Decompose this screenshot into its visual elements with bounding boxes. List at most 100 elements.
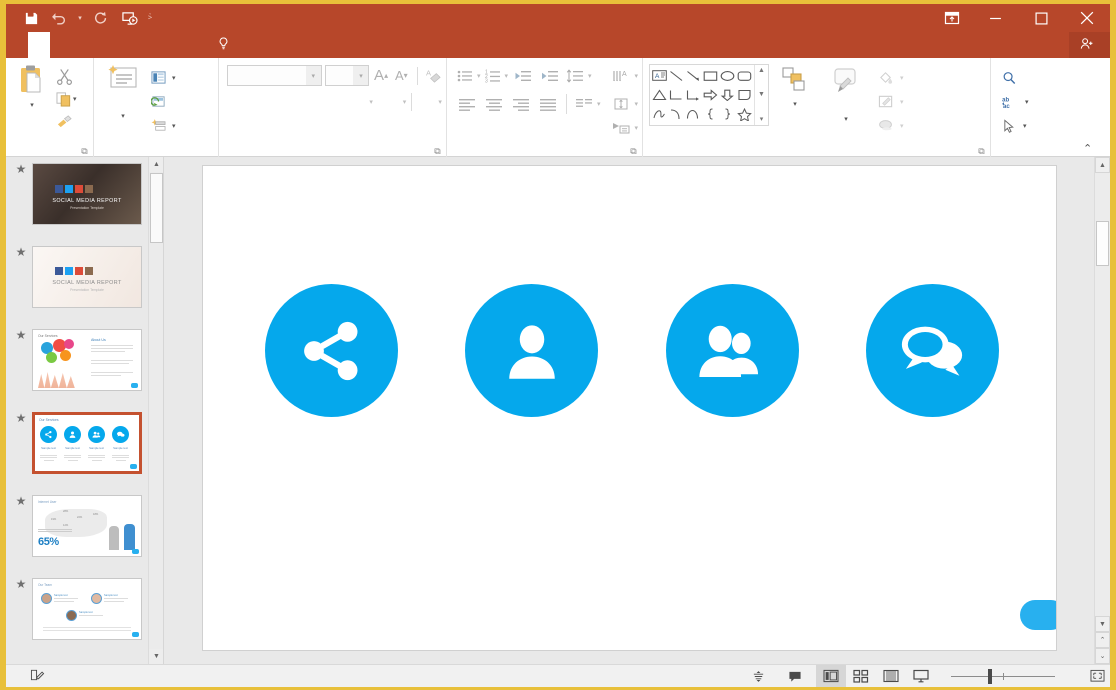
ribbon-display-options-icon[interactable] <box>932 4 972 32</box>
gallery-scroll-down-icon[interactable]: ▼ <box>758 91 765 98</box>
font-size-dropdown-icon[interactable]: ▾ <box>353 66 369 85</box>
shape-left-brace-icon[interactable] <box>702 105 719 124</box>
convert-to-smartart-button[interactable] <box>609 117 633 139</box>
shape-text-box-icon[interactable]: A <box>651 66 668 85</box>
character-spacing-dropdown-icon[interactable]: ▾ <box>369 98 373 106</box>
slide-show-view-button[interactable] <box>906 665 936 687</box>
shape-down-arrow-icon[interactable] <box>719 85 736 104</box>
service-card[interactable] <box>439 284 625 454</box>
shape-rounded-rectangle-icon[interactable] <box>736 66 753 85</box>
font-size-input[interactable]: ▾ <box>324 65 370 86</box>
copy-dropdown-icon[interactable]: ▾ <box>73 95 77 103</box>
shape-star-icon[interactable] <box>736 105 753 124</box>
redo-icon[interactable] <box>88 6 114 30</box>
clipboard-dialog-launcher[interactable]: ⧉ <box>80 147 89 156</box>
thumbnail-scroll-up-icon[interactable]: ▲ <box>149 157 163 172</box>
zoom-slider[interactable] <box>951 665 1055 687</box>
italic-button[interactable] <box>248 91 268 112</box>
shape-curve-down-icon[interactable] <box>668 105 685 124</box>
tab-insert[interactable] <box>50 32 72 58</box>
decrease-indent-button[interactable] <box>509 65 535 87</box>
tab-slide-show[interactable] <box>138 32 160 58</box>
layout-button[interactable]: ▾ <box>148 66 179 90</box>
thumbnail-slide-2[interactable]: ★ SOCIAL MEDIA REPORT Presentation Templ… <box>6 240 163 323</box>
justify-button[interactable] <box>535 93 561 115</box>
thumbnail-slide-4[interactable]: ★ Our Services Sample text Sample text S… <box>6 406 163 489</box>
tab-view[interactable] <box>182 32 204 58</box>
paragraph-dialog-launcher[interactable]: ⧉ <box>629 147 638 156</box>
paste-dropdown-icon[interactable]: ▾ <box>30 101 34 109</box>
shape-fill-button[interactable]: ▾ <box>875 66 907 90</box>
scroll-up-icon[interactable]: ▲ <box>1095 157 1110 173</box>
select-dropdown-icon[interactable]: ▾ <box>1023 122 1027 130</box>
shapes-gallery-scroll[interactable]: ▲ ▼ ▾ <box>754 65 768 125</box>
thumbnail-image[interactable]: SOCIAL MEDIA REPORT Presentation Templat… <box>32 163 142 225</box>
save-icon[interactable] <box>18 6 44 30</box>
text-shadow-button[interactable] <box>291 91 311 112</box>
shape-line-icon[interactable] <box>668 66 685 85</box>
underline-button[interactable] <box>269 91 289 112</box>
font-name-input[interactable]: ▾ <box>227 65 322 86</box>
customize-qat-icon[interactable]: ⩼ <box>144 6 156 30</box>
tab-review[interactable] <box>160 32 182 58</box>
quick-styles-button[interactable]: ▾ <box>821 61 871 142</box>
numbering-button[interactable]: 123 <box>482 65 504 87</box>
format-painter-button[interactable] <box>54 111 79 133</box>
next-slide-icon[interactable]: ⌄ <box>1095 648 1110 664</box>
arrange-dropdown-icon[interactable]: ▾ <box>793 100 797 108</box>
service-card[interactable] <box>839 284 1025 454</box>
shape-scribble-icon[interactable] <box>651 105 668 124</box>
align-text-button[interactable] <box>609 93 633 115</box>
shapes-gallery[interactable]: A ▲ ▼ ▾ <box>649 64 769 126</box>
clear-formatting-icon[interactable]: A <box>425 65 442 86</box>
change-case-dropdown-icon[interactable]: ▾ <box>403 98 407 106</box>
thumbnail-scrollbar-thumb[interactable] <box>150 173 163 243</box>
collapse-ribbon-button[interactable]: ⌃ <box>1083 144 1092 155</box>
paste-button[interactable]: ▾ <box>10 61 54 142</box>
line-spacing-dropdown-icon[interactable]: ▾ <box>588 72 592 80</box>
scrollbar-track[interactable] <box>1095 173 1110 616</box>
thumbnail-scroll-down-icon[interactable]: ▼ <box>149 649 163 664</box>
scroll-down-icon[interactable]: ▼ <box>1095 616 1110 632</box>
replace-button[interactable]: ab ac ▾ <box>999 90 1032 114</box>
slide-sorter-view-button[interactable] <box>846 665 876 687</box>
thumbnail-image[interactable]: Internet User 28% 19% 22% 18% 12% 65% <box>32 495 142 557</box>
columns-button[interactable] <box>572 93 596 115</box>
zoom-slider-handle[interactable] <box>988 669 992 684</box>
scrollbar-thumb[interactable] <box>1096 221 1109 266</box>
comments-button[interactable] <box>779 665 816 687</box>
bullets-button[interactable] <box>454 65 476 87</box>
strikethrough-button[interactable] <box>312 91 340 112</box>
shape-effects-button[interactable]: ▾ <box>875 114 907 138</box>
maximize-button[interactable] <box>1018 4 1064 32</box>
tab-file[interactable] <box>6 32 28 58</box>
reset-button[interactable] <box>148 90 179 114</box>
thumbnail-slide-5[interactable]: ★ Internet User 28% 19% 22% 18% 12% 65% <box>6 489 163 572</box>
line-spacing-button[interactable] <box>563 65 587 87</box>
shape-outline-button[interactable]: ▾ <box>875 90 907 114</box>
thumbnail-image[interactable]: SOCIAL MEDIA REPORT Presentation Templat… <box>32 246 142 308</box>
increase-font-size-icon[interactable]: A ▴ <box>372 65 389 86</box>
start-presentation-icon[interactable] <box>116 6 142 30</box>
drawing-dialog-launcher[interactable]: ⧉ <box>977 147 986 156</box>
bullets-dropdown-icon[interactable]: ▾ <box>477 72 481 80</box>
office-tutorials-link[interactable] <box>1049 32 1069 58</box>
columns-dropdown-icon[interactable]: ▾ <box>597 100 601 108</box>
reading-view-button[interactable] <box>876 665 906 687</box>
thumbnail-slide-3[interactable]: ★ Our Services About Us <box>6 323 163 406</box>
share-button[interactable] <box>1069 32 1110 58</box>
tab-design[interactable] <box>72 32 94 58</box>
shape-fill-dropdown-icon[interactable]: ▾ <box>900 74 904 82</box>
font-dialog-launcher[interactable]: ⧉ <box>433 147 442 156</box>
increase-indent-button[interactable] <box>536 65 562 87</box>
convert-to-smartart-dropdown-icon[interactable]: ▾ <box>634 124 638 132</box>
font-name-dropdown-icon[interactable]: ▾ <box>305 66 321 85</box>
zoom-control[interactable] <box>936 665 1070 687</box>
shape-right-arrow-icon[interactable] <box>702 85 719 104</box>
current-slide[interactable] <box>201 165 1057 651</box>
fit-to-window-button[interactable] <box>1084 665 1110 687</box>
text-direction-button[interactable]: A <box>609 65 633 87</box>
find-button[interactable] <box>999 66 1032 90</box>
character-spacing-button[interactable] <box>341 91 369 112</box>
text-direction-dropdown-icon[interactable]: ▾ <box>634 72 638 80</box>
